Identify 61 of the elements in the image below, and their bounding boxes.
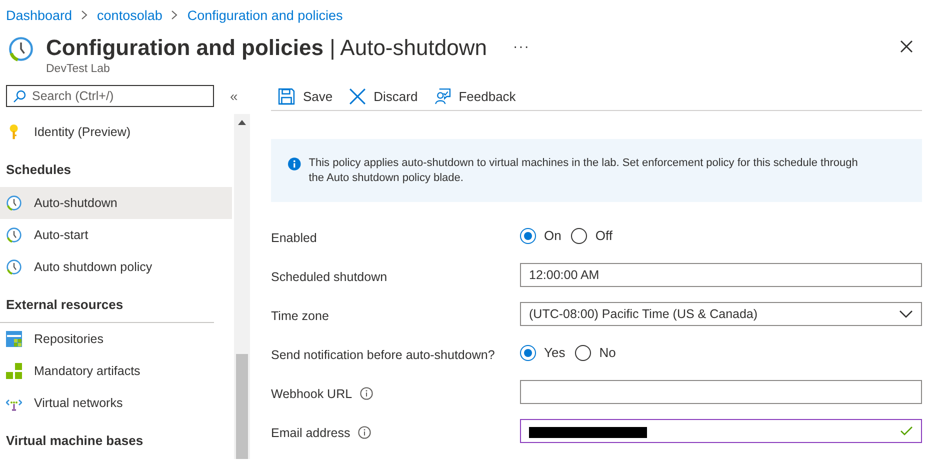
radio-option[interactable]: Yes (520, 344, 566, 360)
feedback-icon (434, 88, 451, 104)
menu-item[interactable]: Auto-start (0, 219, 232, 251)
scroll-up-icon[interactable] (238, 120, 246, 125)
clock-icon (6, 259, 22, 275)
menu-item[interactable]: Mandatory artifacts (0, 355, 232, 387)
menu-item[interactable]: Auto shutdown policy (0, 251, 232, 283)
radio-button[interactable] (520, 228, 536, 244)
breadcrumb-link[interactable]: contosolab (97, 8, 162, 22)
key-icon (9, 124, 19, 140)
field-label: Time zone (271, 308, 329, 322)
lab-clock-icon (8, 36, 34, 62)
close-button[interactable] (900, 40, 913, 53)
discard-button[interactable]: Discard (348, 88, 418, 104)
feedback-button[interactable]: Feedback (434, 88, 516, 104)
section-heading: Virtual machine bases (5, 432, 144, 450)
radio-button[interactable] (520, 344, 536, 360)
section-heading: External resources (0, 283, 214, 323)
chevron-icon (81, 10, 88, 20)
more-button[interactable]: ··· (512, 38, 530, 54)
radio-option[interactable]: No (575, 344, 616, 360)
field-label: Send notification before auto-shutdown? (271, 348, 495, 362)
page-title: Configuration and policies | Auto-shutdown (46, 34, 487, 62)
scrollbar-thumb[interactable] (236, 354, 248, 459)
field-label: Enabled (271, 230, 317, 244)
artifacts-icon (6, 363, 22, 379)
search-field[interactable]: Search (Ctrl+/) (6, 85, 214, 107)
info-icon[interactable] (360, 387, 374, 400)
input-field[interactable] (520, 380, 922, 404)
breadcrumb-link[interactable]: Configuration and policies (187, 8, 343, 22)
clock-icon (6, 227, 22, 243)
info-icon (288, 156, 301, 172)
menu-item[interactable]: Identity (Preview) (0, 116, 232, 148)
radio-option[interactable]: Off (571, 228, 612, 244)
info-icon[interactable] (358, 426, 372, 439)
chevron-icon (899, 310, 913, 318)
info-text: This policy applies auto-shutdown to virtual machines in the lab. Set enforcement policy for this schedule through the Auto shutdown policy blade. (308, 156, 859, 186)
search-icon (13, 90, 26, 102)
chevron-icon (171, 10, 178, 20)
collapse-button[interactable]: « (230, 88, 238, 104)
field-label: Webhook URL (271, 386, 352, 400)
field-label: Scheduled shutdown (271, 270, 388, 284)
radio-button[interactable] (571, 228, 588, 244)
dropdown[interactable]: (UTC-08:00) Pacific Time (US & Canada) (520, 302, 922, 326)
radio-option[interactable]: On (520, 228, 562, 244)
repository-icon (6, 331, 22, 347)
page-subtitle: DevTest Lab (46, 63, 111, 75)
breadcrumb-link[interactable]: Dashboard (6, 8, 72, 22)
menu-item[interactable]: Auto-shutdown (0, 187, 232, 219)
input-field[interactable]: 12:00:00 AM (520, 262, 922, 286)
input-field[interactable] (520, 418, 922, 442)
save-icon (278, 88, 295, 104)
clock-icon (6, 195, 22, 211)
section-heading: Schedules (5, 161, 72, 179)
field-label: Email address (271, 426, 350, 440)
menu-item[interactable]: Repositories (0, 323, 232, 355)
save-button[interactable]: Save (278, 88, 333, 104)
close-icon (348, 88, 366, 104)
radio-button[interactable] (575, 344, 592, 360)
scrollbar[interactable] (234, 114, 250, 459)
menu-item[interactable]: Virtual networks (0, 387, 232, 419)
